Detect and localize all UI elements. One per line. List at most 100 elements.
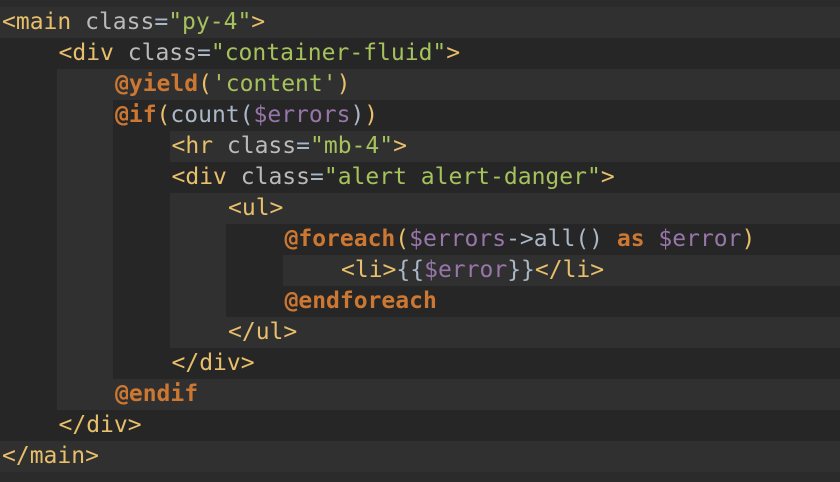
code-line[interactable]: <hr class="mb-4"> xyxy=(0,131,840,162)
indent-guide xyxy=(0,410,57,441)
indent-guide xyxy=(113,162,170,193)
code-token: > xyxy=(446,40,461,66)
indent-guide xyxy=(0,162,57,193)
code-text: <ul> xyxy=(228,193,283,224)
code-text: @if(count($errors)) xyxy=(115,100,378,131)
code-line[interactable]: @endif xyxy=(0,379,840,410)
code-line[interactable]: @endforeach xyxy=(0,286,840,317)
indent-guide xyxy=(113,348,170,379)
code-token: = xyxy=(296,133,310,159)
indent-guide xyxy=(56,162,113,193)
indent-guide xyxy=(113,193,170,224)
line-background xyxy=(0,441,840,472)
code-line[interactable]: </main> xyxy=(0,441,840,472)
code-text: </div> xyxy=(59,410,142,441)
code-text: <div class="container-fluid"> xyxy=(59,38,461,69)
indent-guide xyxy=(226,286,283,317)
code-line[interactable]: <div class="container-fluid"> xyxy=(0,38,840,69)
code-line[interactable]: @if(count($errors)) xyxy=(0,100,840,131)
indent-guide xyxy=(56,69,113,100)
indent-guide xyxy=(0,224,57,255)
indent-guide xyxy=(169,255,226,286)
code-line[interactable]: <main class="py-4"> xyxy=(0,7,840,38)
code-token: ) xyxy=(741,226,756,252)
code-token: "alert alert-danger" xyxy=(323,164,601,190)
code-token: = xyxy=(310,164,324,190)
code-line[interactable]: @yield('content') xyxy=(0,69,840,100)
code-token: ( xyxy=(156,102,171,128)
code-token: class xyxy=(240,164,310,190)
code-token: @yield xyxy=(115,71,199,97)
indent-guide xyxy=(113,131,170,162)
indent-guide xyxy=(56,131,113,162)
indent-guide xyxy=(56,348,113,379)
indent-guide xyxy=(0,317,57,348)
code-token: ->all() xyxy=(506,226,617,252)
indent-guide xyxy=(56,224,113,255)
code-token: = xyxy=(154,9,169,35)
code-token: = xyxy=(197,40,211,66)
code-token: {{ xyxy=(396,257,425,283)
code-text: @yield('content') xyxy=(115,69,350,100)
code-editor[interactable]: <main class="py-4"> <div class="container… xyxy=(0,0,840,482)
code-line[interactable]: </div> xyxy=(0,410,840,441)
code-token: class xyxy=(226,133,297,159)
indent-guide xyxy=(0,348,57,379)
code-text: </div> xyxy=(172,348,255,379)
indent-guide xyxy=(0,131,57,162)
code-token: <li> xyxy=(341,257,397,283)
code-token: $errors xyxy=(253,102,351,128)
code-token: ) xyxy=(336,71,351,97)
code-token: "mb-4" xyxy=(310,133,394,159)
indent-guide xyxy=(226,224,283,255)
code-token: class xyxy=(127,40,197,66)
code-token: class xyxy=(85,9,155,35)
indent-guide xyxy=(169,317,226,348)
indent-guide xyxy=(56,255,113,286)
code-token: @endif xyxy=(115,381,199,407)
indent-guide xyxy=(0,255,57,286)
code-text: </ul> xyxy=(228,317,297,348)
line-background xyxy=(169,348,840,379)
indent-guide xyxy=(0,286,57,317)
indent-guide xyxy=(56,100,113,131)
code-token: <div xyxy=(171,164,241,190)
code-token: </li> xyxy=(534,257,605,283)
line-background xyxy=(113,379,840,410)
indent-guide xyxy=(0,38,57,69)
code-text: </main> xyxy=(2,441,99,472)
line-background xyxy=(226,317,840,348)
indent-guide xyxy=(0,100,57,131)
indent-guide xyxy=(282,255,339,286)
code-token: </div> xyxy=(171,350,255,376)
indent-guide xyxy=(169,286,226,317)
code-line[interactable]: <div class="alert alert-danger"> xyxy=(0,162,840,193)
indent-guide xyxy=(0,193,57,224)
code-token: ) xyxy=(350,102,365,128)
code-text: <main class="py-4"> xyxy=(2,7,265,38)
code-token: 'content' xyxy=(211,71,337,97)
code-token: <hr xyxy=(171,133,227,159)
code-line[interactable]: <li>{{$error}}</li> xyxy=(0,255,840,286)
code-token: @endforeach xyxy=(284,288,437,314)
code-token: <ul> xyxy=(228,195,284,221)
code-token: "py-4" xyxy=(168,9,252,35)
indent-guide xyxy=(0,379,57,410)
code-token: ) xyxy=(364,102,379,128)
indent-guide xyxy=(56,286,113,317)
indent-guide xyxy=(169,224,226,255)
code-line[interactable]: <ul> xyxy=(0,193,840,224)
code-token: ( xyxy=(395,226,410,252)
line-background xyxy=(56,410,840,441)
indent-guide xyxy=(56,317,113,348)
indent-guide xyxy=(113,224,170,255)
code-line[interactable]: @foreach($errors->all() as $error) xyxy=(0,224,840,255)
code-line[interactable]: </div> xyxy=(0,348,840,379)
indent-guide xyxy=(113,317,170,348)
code-line[interactable]: </ul> xyxy=(0,317,840,348)
code-token: </main> xyxy=(2,443,99,469)
indent-guide xyxy=(226,255,283,286)
indent-guide xyxy=(56,379,113,410)
line-background xyxy=(226,193,840,224)
